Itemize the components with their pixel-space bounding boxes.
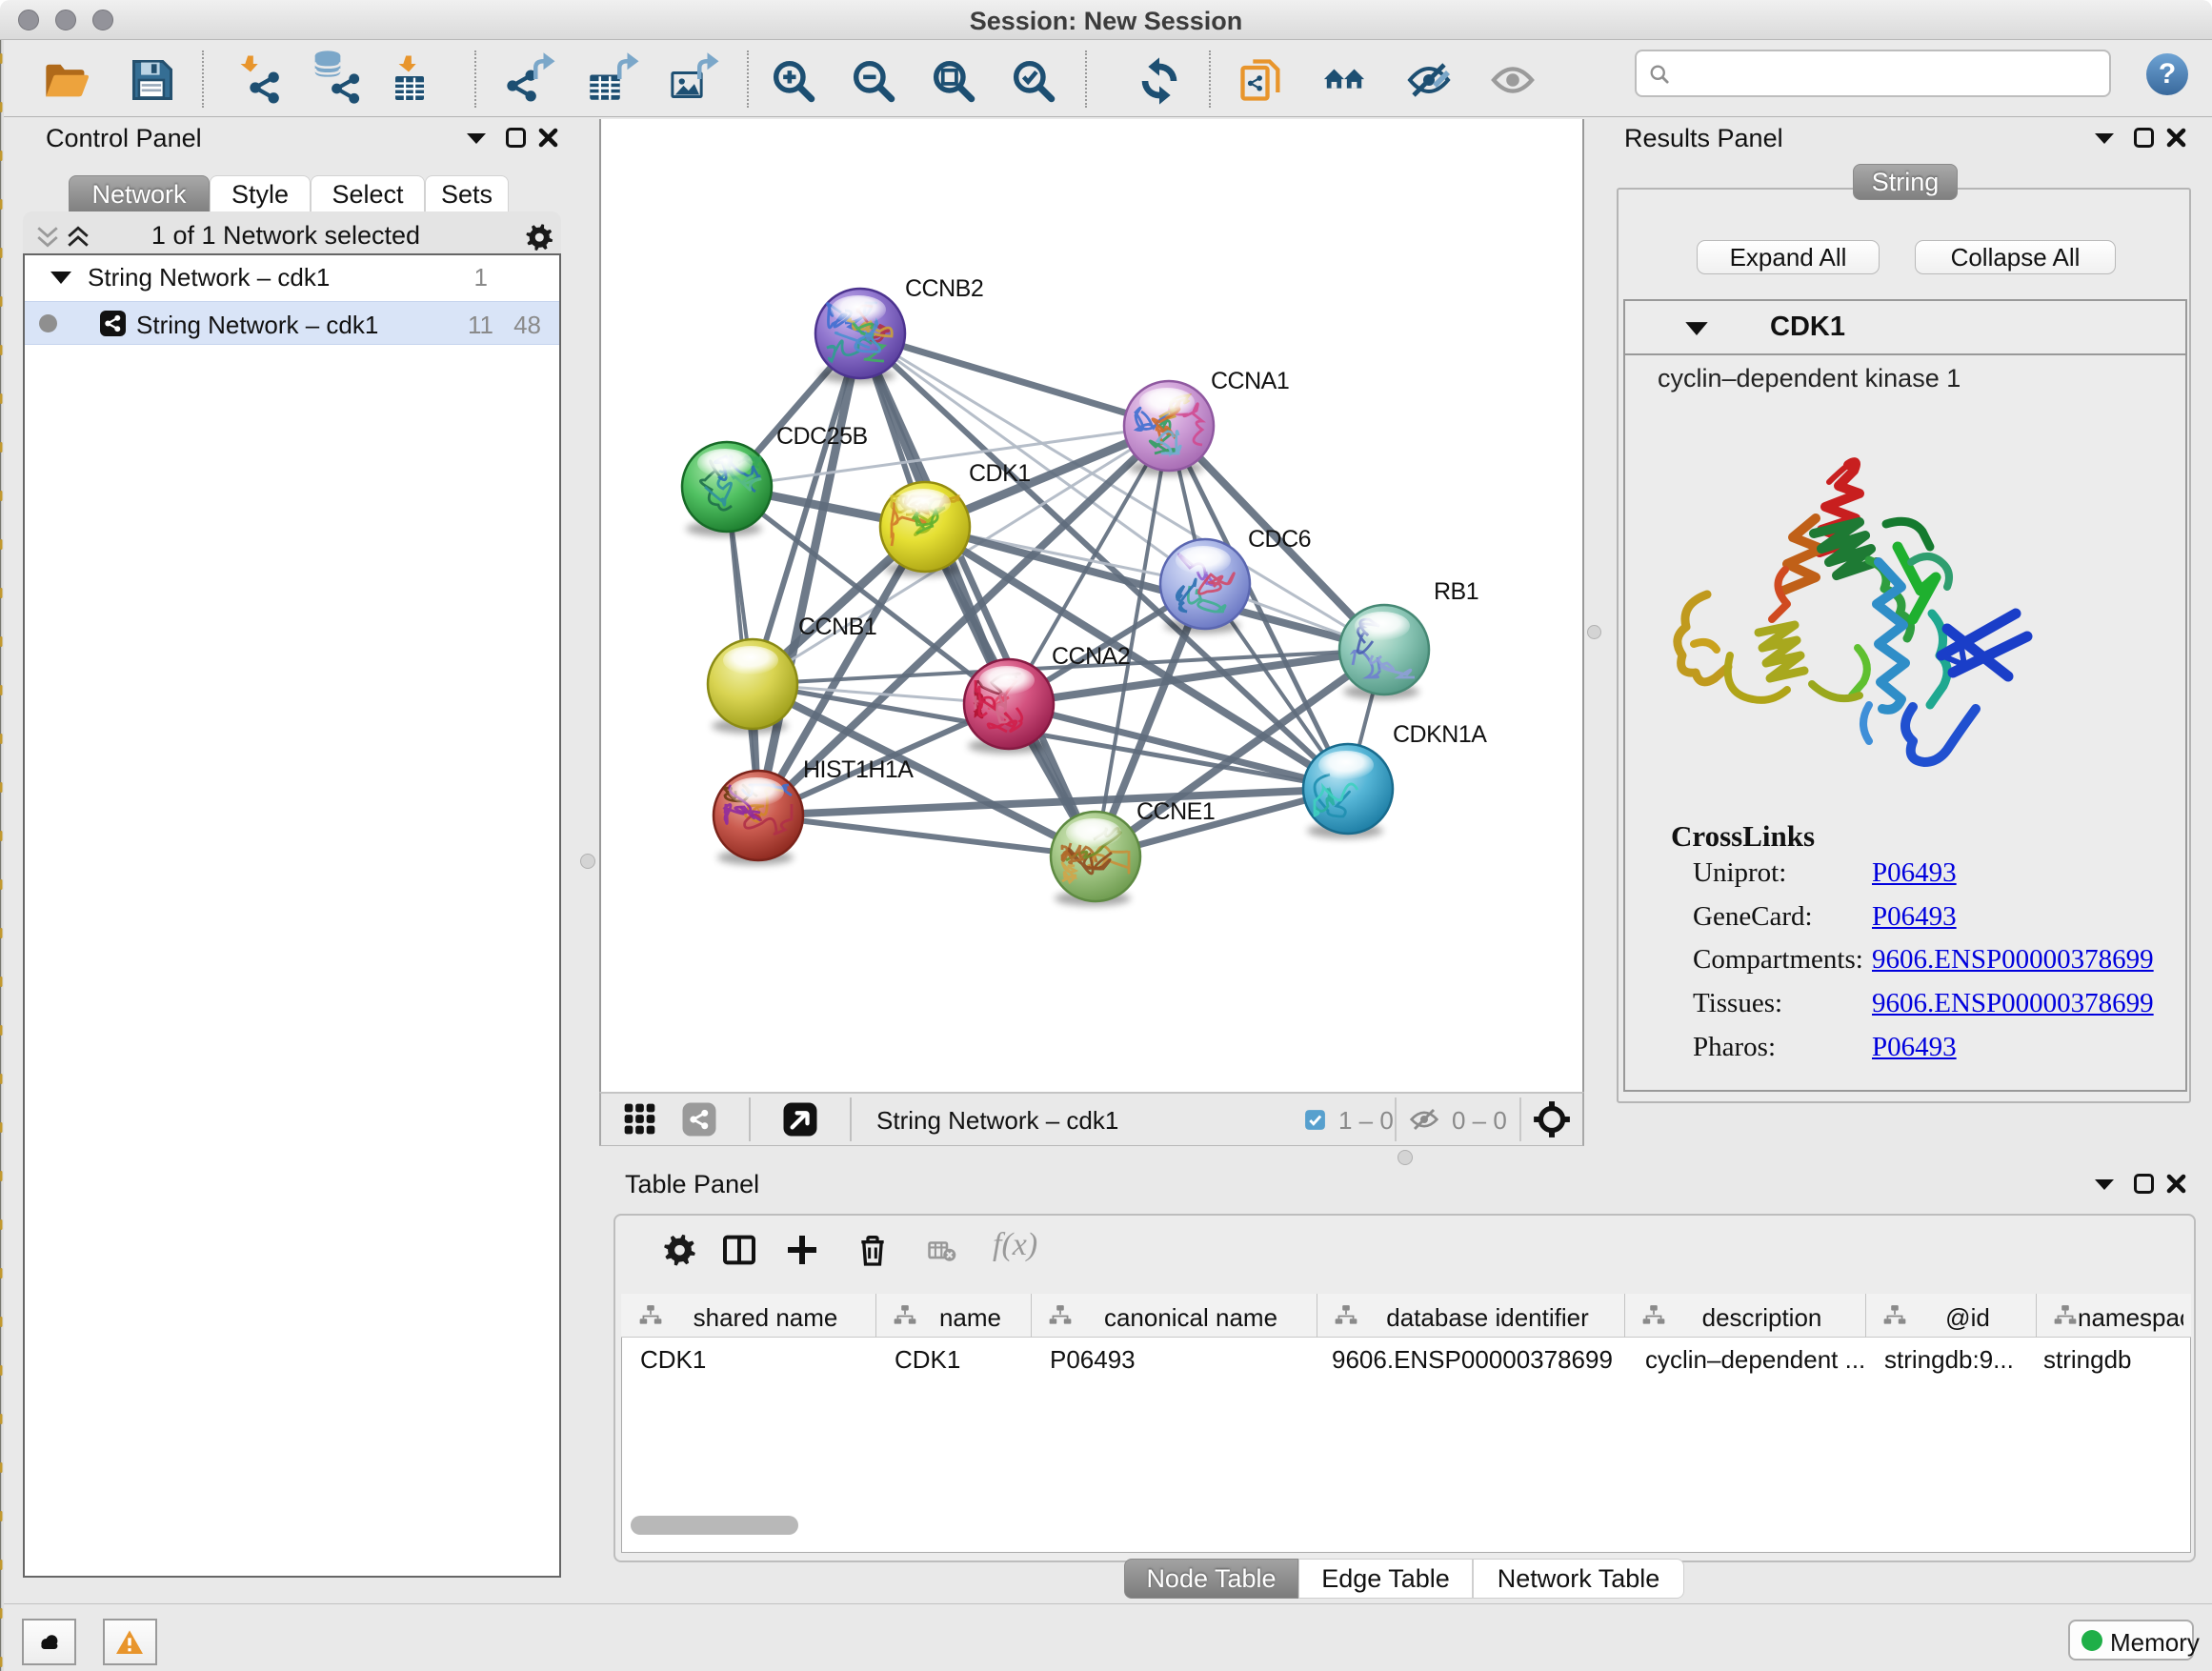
svg-text:CDKN1A: CDKN1A xyxy=(1393,721,1487,748)
svg-text:CCNA1: CCNA1 xyxy=(1211,368,1289,394)
svg-text:CDC6: CDC6 xyxy=(1248,526,1311,553)
svg-text:HIST1H1A: HIST1H1A xyxy=(803,756,914,783)
svg-text:CCNE1: CCNE1 xyxy=(1136,798,1215,825)
svg-text:CDK1: CDK1 xyxy=(969,460,1031,487)
svg-text:CCNB1: CCNB1 xyxy=(798,614,876,640)
svg-text:CCNA2: CCNA2 xyxy=(1052,643,1130,670)
svg-text:RB1: RB1 xyxy=(1434,578,1478,605)
svg-text:CCNB2: CCNB2 xyxy=(905,275,983,302)
svg-text:CDC25B: CDC25B xyxy=(776,423,868,450)
